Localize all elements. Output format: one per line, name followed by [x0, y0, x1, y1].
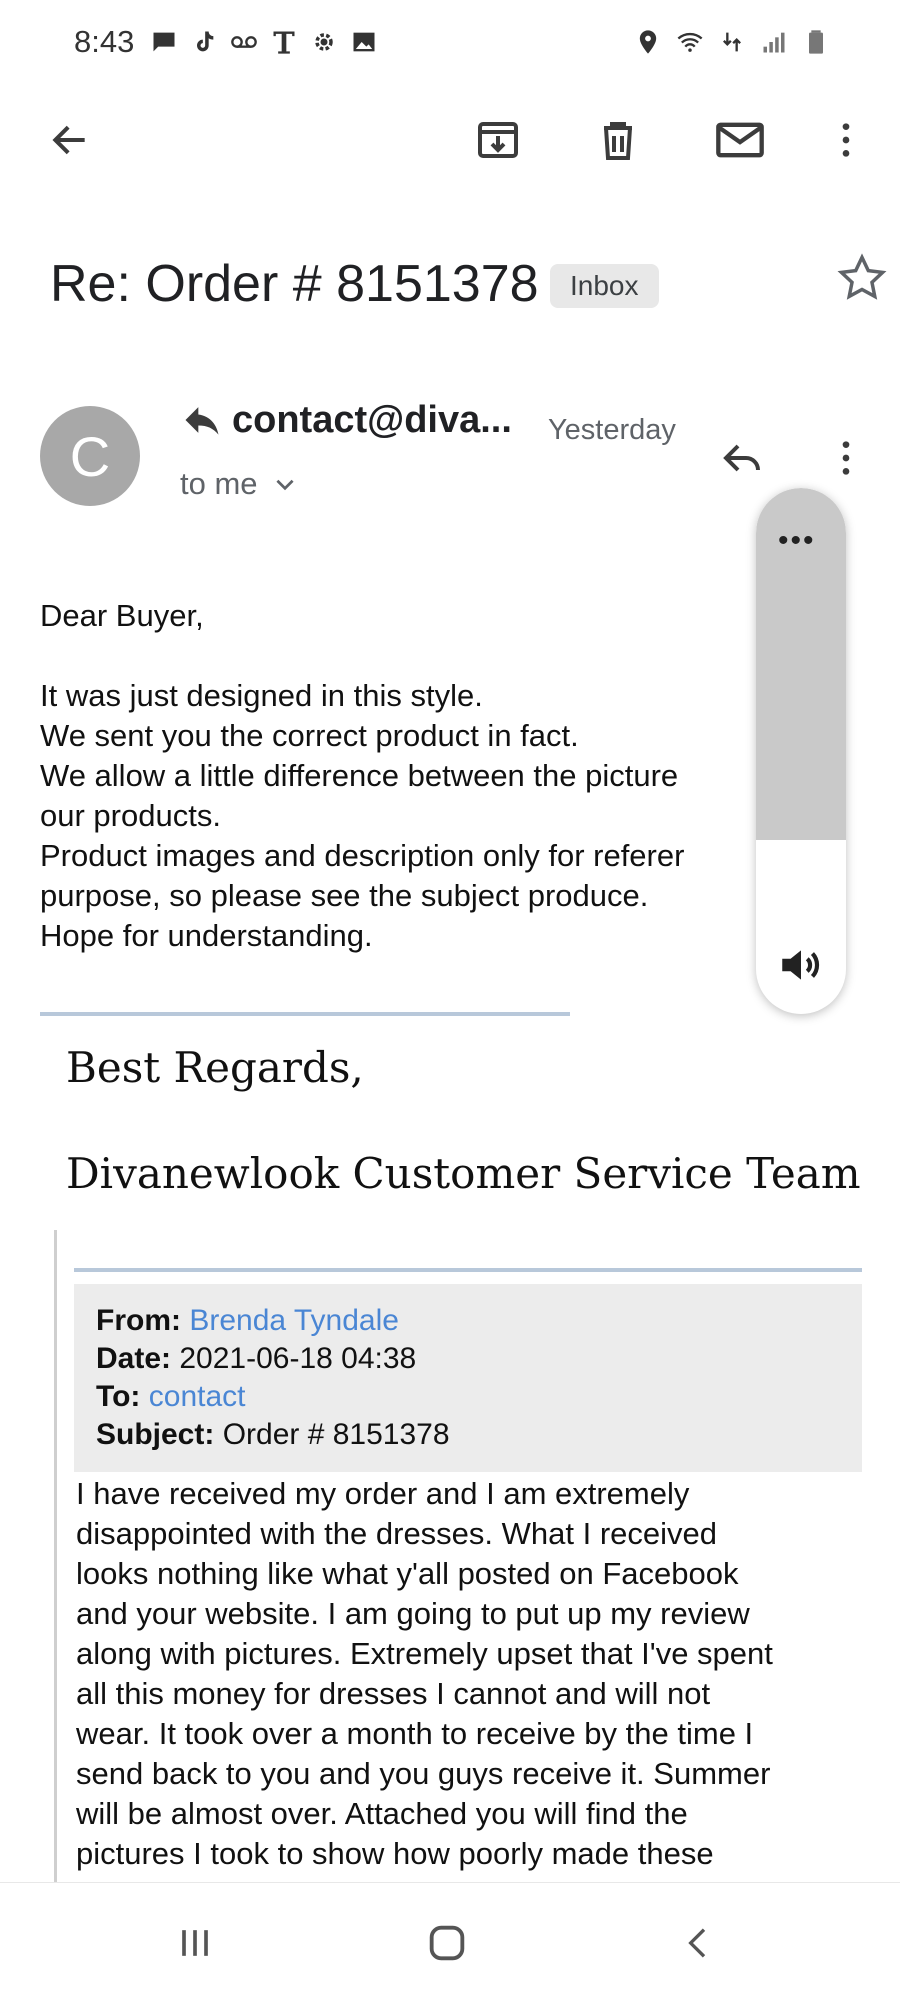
body-line: Product images and description only for …	[40, 838, 685, 873]
volume-options-dots[interactable]: •••	[778, 524, 816, 558]
archive-icon	[478, 122, 518, 158]
home-icon	[429, 1925, 465, 1961]
signal-icon	[763, 32, 785, 53]
reply-icon	[723, 444, 760, 472]
archive-button[interactable]	[466, 108, 530, 172]
quote-bar	[54, 1230, 57, 1882]
divider	[74, 1268, 862, 1272]
status-time: 8:43	[74, 24, 135, 59]
data-4g-icon	[723, 32, 741, 52]
quoted-from: From: Brenda Tyndale	[96, 1304, 399, 1337]
quoted-from-link[interactable]: Brenda Tyndale	[189, 1304, 399, 1337]
settings-icon	[315, 33, 333, 51]
body-line: our products.	[40, 798, 221, 833]
recents-icon	[182, 1930, 208, 1956]
quoted-header: From: Brenda Tyndale Date: 2021-06-18 04…	[74, 1284, 862, 1472]
home-button[interactable]	[412, 1913, 482, 1973]
subject-row: Re: Order # 8151378 Inbox	[50, 248, 887, 322]
body-line: purpose, so please see the subject produ…	[40, 878, 649, 913]
status-bar: 8:43	[0, 0, 900, 90]
quoted-subject: Subject: Order # 8151378	[96, 1418, 450, 1451]
speaker-icon[interactable]	[776, 940, 826, 990]
system-nav-bar	[0, 1882, 900, 2000]
delete-button[interactable]	[586, 108, 650, 172]
quoted-line: looks nothing like what y'all posted on …	[76, 1556, 739, 1591]
status-right-icons	[634, 28, 830, 56]
email-subject: Re: Order # 8151378	[50, 255, 539, 313]
mail-icon	[716, 122, 764, 158]
quoted-line: all this money for dresses I cannot and …	[76, 1676, 711, 1711]
tmobile-icon	[273, 31, 295, 54]
more-vert-icon	[842, 441, 850, 475]
more-vert-icon	[842, 123, 850, 157]
quoted-date: Date: 2021-06-18 04:38	[96, 1342, 417, 1375]
nav-back-icon	[688, 1928, 706, 1958]
body-line: Hope for understanding.	[40, 918, 373, 953]
replied-icon	[185, 407, 219, 435]
quoted-line: and your website. I am going to put up m…	[76, 1596, 750, 1631]
back-button[interactable]	[38, 108, 102, 172]
email-date: Yesterday	[548, 414, 676, 446]
delete-icon	[604, 122, 632, 160]
quoted-line: pictures I took to show how poorly made …	[76, 1836, 714, 1871]
recents-button[interactable]	[160, 1913, 230, 1973]
sender-name[interactable]: contact@diva...	[232, 399, 512, 442]
recipient-text: to me	[180, 466, 258, 501]
quoted-body: I have received my order and I am extrem…	[76, 1474, 876, 1874]
quoted-line: send back to you and you guys receive it…	[76, 1756, 771, 1791]
body-line: We allow a little difference between the…	[40, 758, 679, 793]
signature-regards: Best Regards,	[66, 1043, 364, 1092]
star-icon	[837, 253, 887, 300]
body-line: We sent you the correct product in fact.	[40, 718, 579, 753]
recipient-line[interactable]: to me	[180, 466, 298, 502]
location-icon	[639, 30, 657, 54]
divider	[40, 1012, 570, 1016]
message-icon	[153, 32, 175, 52]
chevron-down-icon	[275, 479, 294, 491]
body-line: Dear Buyer,	[40, 598, 204, 633]
quoted-line: along with pictures. Extremely upset tha…	[76, 1636, 773, 1671]
inbox-label-chip[interactable]: Inbox	[550, 264, 659, 308]
quoted-to: To: contact	[96, 1380, 246, 1413]
body-line: It was just designed in this style.	[40, 678, 483, 713]
volume-panel[interactable]: •••	[756, 488, 846, 1014]
reply-button[interactable]	[710, 426, 774, 490]
voicemail-icon	[231, 36, 257, 48]
status-left-icons	[150, 28, 378, 56]
quoted-line: will be almost over. Attached you will f…	[76, 1796, 688, 1831]
mark-unread-button[interactable]	[708, 108, 772, 172]
tiktok-icon	[197, 31, 214, 52]
email-body: Dear Buyer, It was just designed in this…	[40, 596, 760, 956]
nav-back-button[interactable]	[664, 1913, 734, 1973]
more-options-button[interactable]	[814, 108, 878, 172]
image-icon	[353, 32, 375, 52]
sender-avatar[interactable]: C	[40, 406, 140, 506]
quoted-line: I have received my order and I am extrem…	[76, 1476, 690, 1511]
battery-icon	[809, 30, 823, 54]
app-bar	[0, 100, 900, 180]
wifi-icon	[677, 32, 703, 52]
sender-line: contact@diva...	[180, 398, 512, 442]
star-button[interactable]	[832, 248, 892, 308]
quoted-line: disappointed with the dresses. What I re…	[76, 1516, 718, 1551]
quoted-to-link[interactable]: contact	[149, 1380, 246, 1413]
signature-team: Divanewlook Customer Service Team	[66, 1149, 861, 1198]
message-more-button[interactable]	[814, 426, 878, 490]
signature: Best Regards, Divanewlook Customer Servi…	[66, 1040, 861, 1252]
back-arrow-icon	[52, 125, 85, 155]
quoted-line: wear. It took over a month to receive by…	[76, 1716, 754, 1751]
